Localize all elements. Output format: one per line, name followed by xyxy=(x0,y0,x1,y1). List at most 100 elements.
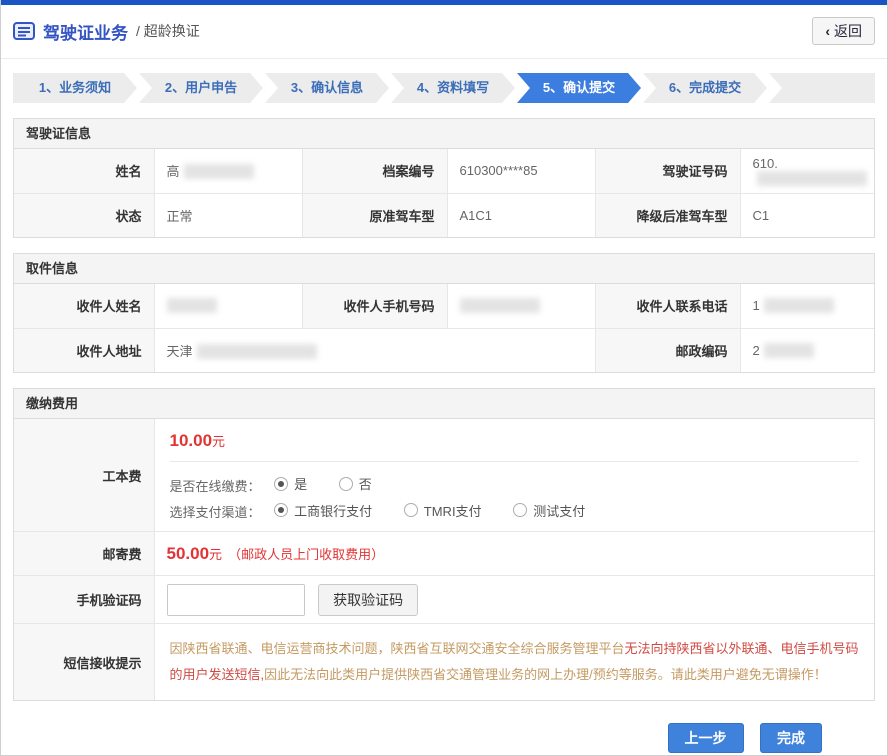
file-no-label: 档案编号 xyxy=(302,149,447,193)
step-2-user-declaration[interactable]: 2、用户申告 xyxy=(139,73,263,103)
mail-fee-content: 50.00元 （邮政人员上门收取费用） xyxy=(154,532,874,576)
fees-table: 工本费 10.00元 是否在线缴费： 是 否 选择支付渠道： xyxy=(14,419,874,700)
radio-label: 是 xyxy=(294,474,307,493)
recipient-mobile-value xyxy=(447,284,595,328)
pickup-info-section: 取件信息 收件人姓名 收件人手机号码 收件人联系电话 1 收件人地址 天津 邮政… xyxy=(13,253,875,373)
postal-code-value: 2 xyxy=(740,328,874,372)
radio-label: 否 xyxy=(359,474,372,493)
radio-selected-icon xyxy=(274,503,288,517)
header: 驾驶证业务 / 超龄换证 ‹返回 xyxy=(1,5,887,59)
status-label: 状态 xyxy=(14,193,154,237)
radio-online-no[interactable]: 否 xyxy=(339,474,372,493)
mail-fee-amount: 50.00 xyxy=(167,544,210,563)
notice-text-3: 因此无法向此类用户提供陕西省交通管理业务的网上办理/预约等服务。请此类用户避免无… xyxy=(264,667,827,682)
redacted-text xyxy=(197,344,317,359)
pay-channel-row: 选择支付渠道： 工商银行支付 TMRI支付 测试支付 xyxy=(170,501,860,522)
step-label: 1、业务须知 xyxy=(39,80,111,95)
redacted-text xyxy=(764,343,814,358)
fees-title: 缴纳费用 xyxy=(14,389,874,419)
radio-channel-tmri[interactable]: TMRI支付 xyxy=(404,501,482,520)
breadcrumb-current: / 超龄换证 xyxy=(136,21,200,41)
sms-code-input[interactable] xyxy=(167,584,305,616)
recipient-phone-value: 1 xyxy=(740,284,874,328)
online-pay-row: 是否在线缴费： 是 否 xyxy=(170,474,860,495)
back-button[interactable]: ‹返回 xyxy=(812,17,875,45)
step-5-confirm-submit[interactable]: 5、确认提交 xyxy=(517,73,641,103)
license-business-icon xyxy=(13,22,35,40)
step-label: 2、用户申告 xyxy=(165,80,237,95)
breadcrumb: 驾驶证业务 / 超龄换证 xyxy=(13,19,200,44)
mail-fee-label: 邮寄费 xyxy=(14,532,154,576)
radio-label: 测试支付 xyxy=(533,501,585,520)
card-fee-content: 10.00元 是否在线缴费： 是 否 选择支付渠道： 工商银行支付 TMRI支付 xyxy=(154,419,874,532)
postal-code-label: 邮政编码 xyxy=(595,328,740,372)
card-fee-amount-line: 10.00元 xyxy=(170,431,860,451)
orig-class-label: 原准驾车型 xyxy=(302,193,447,237)
notice-text-1: 因陕西省联通、电信运营商技术问题，陕西省互联网交通安全综合服务管理平台 xyxy=(170,641,625,656)
mail-fee-unit: 元 xyxy=(209,547,222,562)
sms-code-label: 手机验证码 xyxy=(14,576,154,624)
step-label: 4、资料填写 xyxy=(417,80,489,95)
radio-channel-test[interactable]: 测试支付 xyxy=(513,501,585,520)
license-info-section: 驾驶证信息 姓名 高 档案编号 610300****85 驾驶证号码 610. … xyxy=(13,118,875,238)
step-3-confirm-info[interactable]: 3、确认信息 xyxy=(265,73,389,103)
sms-notice-label: 短信接收提示 xyxy=(14,624,154,701)
fees-section: 缴纳费用 工本费 10.00元 是否在线缴费： 是 否 xyxy=(13,388,875,701)
redacted-text xyxy=(184,164,254,179)
prev-step-button[interactable]: 上一步 xyxy=(668,723,744,753)
radio-unselected-icon xyxy=(513,503,527,517)
finish-button[interactable]: 完成 xyxy=(760,723,822,753)
table-row: 姓名 高 档案编号 610300****85 驾驶证号码 610. xyxy=(14,149,874,193)
radio-channel-icbc[interactable]: 工商银行支付 xyxy=(274,501,372,520)
page-title: 驾驶证业务 xyxy=(43,19,128,44)
step-wizard: 1、业务须知 2、用户申告 3、确认信息 4、资料填写 5、确认提交 6、完成提… xyxy=(13,73,875,103)
radio-selected-icon xyxy=(274,477,288,491)
recipient-phone-label: 收件人联系电话 xyxy=(595,284,740,328)
chevron-left-icon: ‹ xyxy=(825,23,830,39)
recipient-name-label: 收件人姓名 xyxy=(14,284,154,328)
get-code-button[interactable]: 获取验证码 xyxy=(318,584,418,616)
recipient-name-value xyxy=(154,284,302,328)
down-class-label: 降级后准驾车型 xyxy=(595,193,740,237)
card-fee-amount: 10.00 xyxy=(170,431,213,450)
table-row: 收件人地址 天津 邮政编码 2 xyxy=(14,328,874,372)
table-row: 工本费 10.00元 是否在线缴费： 是 否 选择支付渠道： xyxy=(14,419,874,532)
redacted-text xyxy=(167,298,217,313)
online-pay-label: 是否在线缴费： xyxy=(170,479,261,494)
radio-online-yes[interactable]: 是 xyxy=(274,474,307,493)
table-row: 收件人姓名 收件人手机号码 收件人联系电话 1 xyxy=(14,284,874,328)
orig-class-value: A1C1 xyxy=(447,193,595,237)
down-class-value: C1 xyxy=(740,193,874,237)
recipient-address-value: 天津 xyxy=(154,328,595,372)
card-fee-label: 工本费 xyxy=(14,419,154,532)
table-row: 状态 正常 原准驾车型 A1C1 降级后准驾车型 C1 xyxy=(14,193,874,237)
redacted-text xyxy=(460,298,540,313)
license-no-label: 驾驶证号码 xyxy=(595,149,740,193)
mail-fee-note: （邮政人员上门收取费用） xyxy=(228,547,384,562)
recipient-mobile-label: 收件人手机号码 xyxy=(302,284,447,328)
table-row: 手机验证码 获取验证码 xyxy=(14,576,874,624)
step-4-fill-materials[interactable]: 4、资料填写 xyxy=(391,73,515,103)
radio-unselected-icon xyxy=(339,477,353,491)
radio-unselected-icon xyxy=(404,503,418,517)
license-no-value: 610. xyxy=(740,149,874,193)
divider xyxy=(170,461,860,462)
step-bar-filler xyxy=(769,73,875,103)
pickup-info-title: 取件信息 xyxy=(14,254,874,284)
back-button-label: 返回 xyxy=(834,23,862,39)
table-row: 邮寄费 50.00元 （邮政人员上门收取费用） xyxy=(14,532,874,576)
name-label: 姓名 xyxy=(14,149,154,193)
redacted-text xyxy=(757,171,867,186)
step-6-complete-submit[interactable]: 6、完成提交 xyxy=(643,73,767,103)
file-no-value: 610300****85 xyxy=(447,149,595,193)
table-row: 短信接收提示 因陕西省联通、电信运营商技术问题，陕西省互联网交通安全综合服务管理… xyxy=(14,624,874,701)
pickup-info-table: 收件人姓名 收件人手机号码 收件人联系电话 1 收件人地址 天津 邮政编码 2 xyxy=(14,284,874,372)
step-1-business-notice[interactable]: 1、业务须知 xyxy=(13,73,137,103)
pay-channel-label: 选择支付渠道： xyxy=(170,505,261,520)
step-label: 3、确认信息 xyxy=(291,80,363,95)
radio-label: 工商银行支付 xyxy=(294,501,372,520)
status-value: 正常 xyxy=(154,193,302,237)
step-label: 6、完成提交 xyxy=(669,80,741,95)
radio-label: TMRI支付 xyxy=(424,501,482,520)
page: 驾驶证业务 / 超龄换证 ‹返回 1、业务须知 2、用户申告 3、确认信息 4、… xyxy=(0,0,888,756)
